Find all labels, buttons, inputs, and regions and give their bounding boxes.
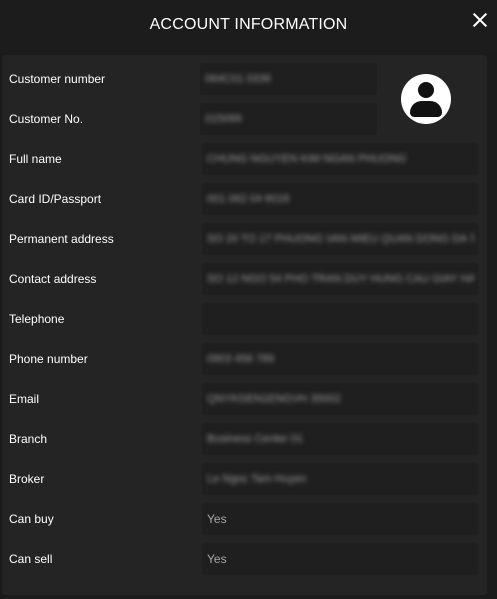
permanent-address-label: Permanent address: [9, 232, 114, 246]
card-id-label: Card ID/Passport: [9, 192, 102, 206]
customer-no-value: 015099: [205, 113, 242, 125]
permanent-address-field: SO 20 TO 17 PHUONG VAN MIEU QUAN DONG DA…: [202, 223, 478, 255]
can-sell-label: Can sell: [9, 552, 53, 566]
broker-value: Le Ngoc Tam Huyen: [207, 473, 307, 485]
full-name-label: Full name: [9, 152, 62, 166]
telephone-field: [202, 303, 478, 335]
phone-number-value: 0903 456 789: [207, 353, 275, 365]
phone-number-field: 0903 456 789: [202, 343, 478, 375]
can-sell-value: Yes: [207, 552, 227, 566]
customer-number-field: 064C01 0336: [200, 63, 377, 95]
card-id-value: 001 062 04 6016: [207, 193, 290, 205]
email-field: QNYKGEN1ENGVH 35002: [202, 383, 478, 415]
card-id-field: 001 062 04 6016: [202, 183, 478, 215]
full-name-value: CHUNG NGUYEN KIM NGAN PHUONG: [207, 153, 407, 165]
broker-label: Broker: [9, 472, 45, 486]
email-value: QNYKGEN1ENGVH 35002: [207, 393, 341, 405]
contact-address-label: Contact address: [9, 272, 97, 286]
telephone-label: Telephone: [9, 312, 65, 326]
contact-address-field: SO 12 NGO 54 PHO TRAN DUY HUNG CAU GIAY …: [202, 263, 478, 295]
full-name-field: CHUNG NGUYEN KIM NGAN PHUONG: [202, 143, 478, 175]
customer-no-label: Customer No.: [9, 112, 84, 126]
customer-no-field: 015099: [200, 103, 377, 135]
dialog-header: ACCOUNT INFORMATION: [0, 0, 497, 52]
broker-field: Le Ngoc Tam Huyen: [202, 463, 478, 495]
contact-address-value: SO 12 NGO 54 PHO TRAN DUY HUNG CAU GIAY …: [207, 273, 474, 285]
customer-number-label: Customer number: [9, 72, 106, 86]
dialog-title: ACCOUNT INFORMATION: [149, 16, 348, 33]
customer-number-value: 064C01 0336: [205, 73, 272, 85]
phone-number-label: Phone number: [9, 352, 88, 366]
branch-field: Business Center 01: [202, 423, 478, 455]
close-icon[interactable]: [469, 9, 491, 31]
can-buy-label: Can buy: [9, 512, 54, 526]
avatar-icon: [401, 74, 451, 124]
can-buy-field: Yes: [202, 503, 478, 535]
can-sell-field: Yes: [202, 543, 478, 575]
email-label: Email: [9, 392, 40, 406]
can-buy-value: Yes: [207, 512, 227, 526]
branch-value: Business Center 01: [207, 433, 303, 445]
branch-label: Branch: [9, 432, 48, 446]
permanent-address-value: SO 20 TO 17 PHUONG VAN MIEU QUAN DONG DA…: [207, 233, 474, 245]
